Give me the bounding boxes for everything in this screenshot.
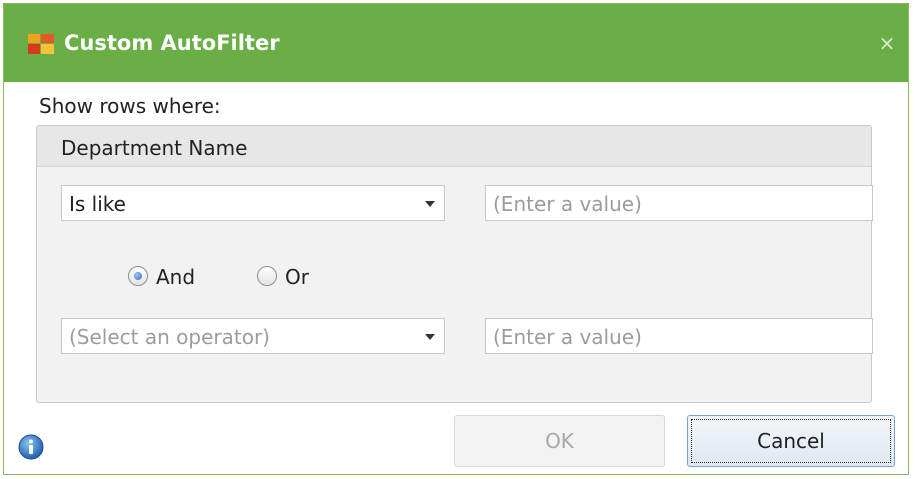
- value-input-1-placeholder: (Enter a value): [493, 192, 642, 216]
- value-input-1[interactable]: (Enter a value): [485, 185, 873, 221]
- ok-button[interactable]: OK: [454, 415, 665, 467]
- table-filter-icon: [28, 34, 54, 54]
- column-name-label: Department Name: [61, 136, 248, 160]
- title-bar[interactable]: Custom AutoFilter ×: [4, 4, 908, 82]
- operator-select-2-placeholder: (Select an operator): [69, 325, 270, 349]
- custom-autofilter-dialog: Custom AutoFilter × Show rows where: Dep…: [3, 3, 909, 475]
- chevron-down-icon[interactable]: [425, 201, 435, 207]
- operator-select-1[interactable]: Is like: [61, 185, 445, 221]
- value-input-2-placeholder: (Enter a value): [493, 325, 642, 349]
- close-icon[interactable]: ×: [876, 32, 898, 54]
- and-radio[interactable]: [128, 266, 148, 286]
- operator-select-1-value: Is like: [69, 192, 126, 216]
- value-input-2[interactable]: (Enter a value): [485, 318, 873, 354]
- cancel-button[interactable]: Cancel: [687, 415, 895, 467]
- and-radio-label[interactable]: And: [156, 265, 195, 289]
- group-header: Department Name: [37, 126, 871, 167]
- or-radio-label[interactable]: Or: [285, 265, 309, 289]
- or-radio[interactable]: [257, 266, 277, 286]
- chevron-down-icon[interactable]: [425, 334, 435, 340]
- filter-group: Department Name Is like (Enter a value) …: [36, 125, 873, 403]
- dialog-title: Custom AutoFilter: [64, 31, 280, 55]
- info-icon[interactable]: [18, 434, 44, 460]
- show-rows-label: Show rows where:: [39, 94, 221, 118]
- radio-selected-dot: [134, 272, 142, 280]
- operator-select-2[interactable]: (Select an operator): [61, 318, 445, 354]
